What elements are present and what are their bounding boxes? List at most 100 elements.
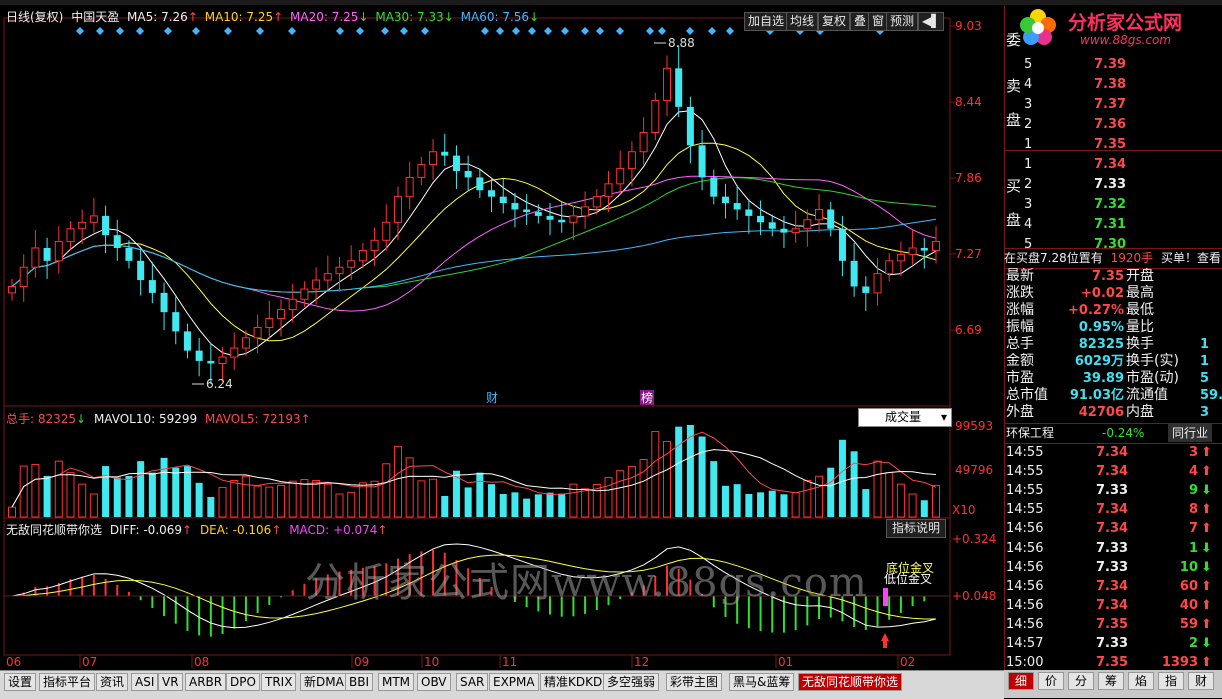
quote-label-2[interactable]: 换手	[1126, 336, 1154, 353]
sell-level[interactable]: 5	[1024, 55, 1032, 74]
indicator-selector[interactable]: 成交量 ▾	[858, 408, 952, 427]
sell-level[interactable]: 4	[1024, 75, 1032, 94]
detail-tab[interactable]: 指	[1158, 672, 1184, 690]
overlay-button[interactable]: 叠	[850, 12, 871, 31]
indicator-help-button[interactable]: 指标说明	[886, 519, 947, 538]
sell-level[interactable]: 1	[1024, 135, 1032, 154]
tick-price[interactable]: 7.35	[1096, 615, 1128, 634]
sell-price[interactable]: 7.39	[1094, 55, 1126, 74]
restore-right-button[interactable]: 复权	[818, 12, 851, 31]
buy-level[interactable]: 1	[1024, 155, 1032, 174]
sell-price[interactable]: 7.35	[1094, 135, 1126, 154]
sell-level[interactable]: 3	[1024, 95, 1032, 114]
tick-time[interactable]: 14:56	[1006, 558, 1043, 577]
tick-volume[interactable]: 60	[1154, 577, 1198, 596]
quote-value[interactable]: 39.89	[1050, 370, 1124, 387]
peer-industry-button[interactable]: 同行业	[1168, 424, 1213, 442]
indicator-tab[interactable]: TRIX	[261, 673, 297, 691]
indicator-tab[interactable]: BBI	[345, 673, 374, 691]
tick-price[interactable]: 7.34	[1096, 519, 1128, 538]
indicator-tab[interactable]: ASI	[131, 673, 159, 691]
detail-tab[interactable]: 筹	[1098, 672, 1124, 690]
indicator-tab[interactable]: DPO	[226, 673, 260, 691]
tick-price[interactable]: 7.34	[1096, 577, 1128, 596]
tick-time[interactable]: 14:56	[1006, 615, 1043, 634]
quote-label-2[interactable]: 内盘	[1126, 404, 1154, 421]
detail-tab[interactable]: 分	[1068, 672, 1094, 690]
quote-value[interactable]: 82325	[1050, 336, 1124, 353]
detail-tab[interactable]: 财	[1188, 672, 1214, 690]
quote-label[interactable]: 最新	[1006, 268, 1034, 285]
detail-tab[interactable]: 价	[1038, 672, 1064, 690]
quote-value[interactable]: +0.27%	[1050, 302, 1124, 319]
quote-value[interactable]: 7.35	[1050, 268, 1124, 285]
buy-level[interactable]: 3	[1024, 195, 1032, 214]
indicator-tab[interactable]: 黑马&蓝筹	[729, 673, 795, 691]
buy-price[interactable]: 7.34	[1094, 155, 1126, 174]
indicator-tab[interactable]: 设置	[4, 673, 37, 691]
indicator-tab[interactable]: SAR	[456, 673, 489, 691]
tick-volume[interactable]: 3	[1154, 443, 1198, 462]
detail-tab[interactable]: 细	[1008, 672, 1034, 690]
quote-label[interactable]: 总手	[1006, 336, 1034, 353]
sell-price[interactable]: 7.37	[1094, 95, 1126, 114]
quote-label[interactable]: 总市值	[1006, 387, 1048, 404]
quote-label[interactable]: 金额	[1006, 353, 1034, 370]
tick-time[interactable]: 14:57	[1006, 634, 1043, 653]
quote-label-2[interactable]: 最低	[1126, 302, 1154, 319]
quote-value-2[interactable]: 1	[1200, 336, 1209, 353]
quote-label-2[interactable]: 量比	[1126, 319, 1154, 336]
quote-label[interactable]: 涨幅	[1006, 302, 1034, 319]
indicator-tab[interactable]: 多空强弱	[603, 673, 660, 691]
tick-volume[interactable]: 7	[1154, 519, 1198, 538]
tick-volume[interactable]: 10	[1154, 558, 1198, 577]
tick-price[interactable]: 7.33	[1096, 539, 1128, 558]
quote-value[interactable]: 6029万	[1050, 353, 1124, 370]
tick-price[interactable]: 7.33	[1096, 634, 1128, 653]
sell-price[interactable]: 7.38	[1094, 75, 1126, 94]
quote-value-2[interactable]: 3	[1200, 404, 1209, 421]
chart-period-label[interactable]: 日线(复权)	[6, 10, 63, 24]
tick-price[interactable]: 7.34	[1096, 500, 1128, 519]
add-watchlist-button[interactable]: 加自选	[744, 12, 789, 31]
quote-value[interactable]: 42706	[1050, 404, 1124, 421]
buy-price[interactable]: 7.31	[1094, 215, 1126, 234]
tick-volume[interactable]: 2	[1154, 634, 1198, 653]
tick-volume[interactable]: 59	[1154, 615, 1198, 634]
indicator-tab[interactable]: 资讯	[96, 673, 129, 691]
quote-value-2[interactable]: 59.	[1200, 387, 1222, 404]
window-button[interactable]: 窗	[868, 12, 889, 31]
quote-label[interactable]: 振幅	[1006, 319, 1034, 336]
indicator-tab[interactable]: 彩带主图	[666, 673, 723, 691]
quote-label[interactable]: 外盘	[1006, 404, 1034, 421]
tick-time[interactable]: 14:55	[1006, 443, 1043, 462]
quote-label[interactable]: 市盈	[1006, 370, 1034, 387]
quote-value[interactable]: +0.02	[1050, 285, 1124, 302]
indicator-tab[interactable]: 新DMA	[300, 673, 348, 691]
tick-time[interactable]: 14:55	[1006, 481, 1043, 500]
tick-volume[interactable]: 8	[1154, 500, 1198, 519]
tick-price[interactable]: 7.33	[1096, 481, 1128, 500]
chart-area[interactable]: 8.88 6.24 财 榜 日线(复权) 中国天盈 MA5: 7.26↑ MA1…	[0, 5, 1004, 670]
indicator-tab[interactable]: MTM	[378, 673, 415, 691]
tick-time[interactable]: 14:56	[1006, 519, 1043, 538]
buy-price[interactable]: 7.32	[1094, 195, 1126, 214]
indicator-tab[interactable]: 精准KDKD	[540, 673, 607, 691]
quote-value[interactable]: 0.95%	[1050, 319, 1124, 336]
quote-label-2[interactable]: 流通值	[1126, 387, 1168, 404]
tick-volume[interactable]: 9	[1154, 481, 1198, 500]
quote-label-2[interactable]: 换手(实)	[1126, 353, 1179, 370]
tick-price[interactable]: 7.34	[1096, 462, 1128, 481]
quote-label[interactable]: 涨跌	[1006, 285, 1034, 302]
buy-price[interactable]: 7.33	[1094, 175, 1126, 194]
tick-price[interactable]: 7.34	[1096, 596, 1128, 615]
sell-level[interactable]: 2	[1024, 115, 1032, 134]
tick-time[interactable]: 14:56	[1006, 577, 1043, 596]
indicator-tab[interactable]: ARBR	[185, 673, 227, 691]
forecast-button[interactable]: 预测	[886, 12, 919, 31]
buy-level[interactable]: 2	[1024, 175, 1032, 194]
tick-volume[interactable]: 1	[1154, 539, 1198, 558]
indicator-tab[interactable]: VR	[158, 673, 183, 691]
buy-level[interactable]: 4	[1024, 215, 1032, 234]
quote-value[interactable]: 91.03亿	[1050, 387, 1124, 404]
